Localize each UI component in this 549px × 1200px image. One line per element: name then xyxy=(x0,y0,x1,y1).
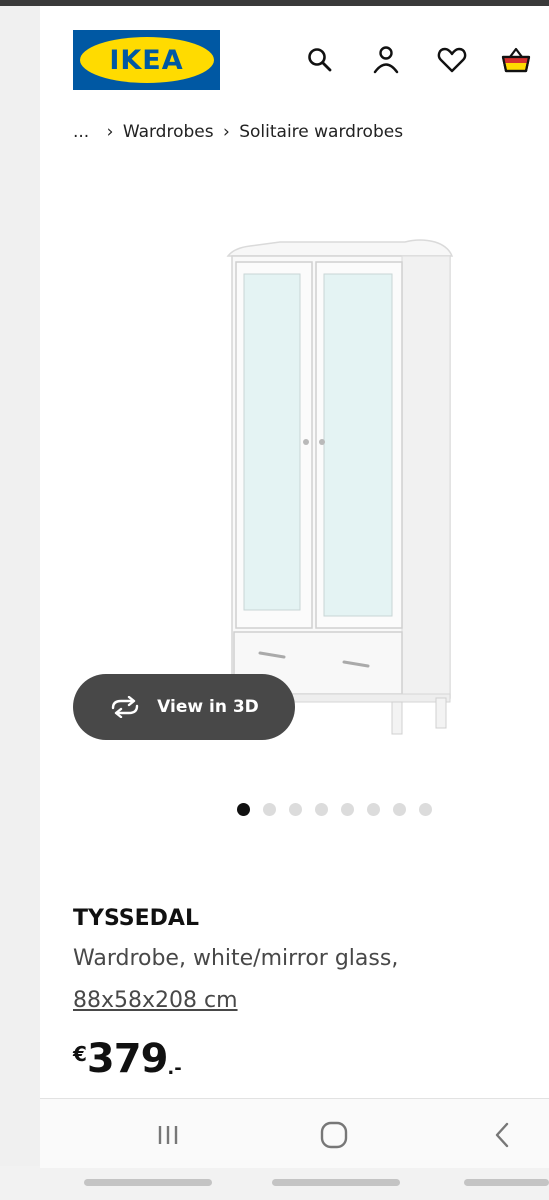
back-icon[interactable] xyxy=(482,1119,522,1151)
carousel-dot[interactable] xyxy=(289,802,302,816)
price-currency: € xyxy=(73,1042,87,1066)
gesture-pill xyxy=(84,1179,212,1186)
basket-icon[interactable] xyxy=(500,44,532,76)
breadcrumb-ellipsis[interactable]: ... xyxy=(73,122,89,142)
product-name: TYSSEDAL xyxy=(73,906,199,931)
product-page: IKEA ... › Wardrobes › Solitaire wardrob… xyxy=(40,6,549,1098)
product-price: € 379 .- xyxy=(73,1036,182,1082)
home-icon[interactable] xyxy=(314,1119,354,1151)
recent-apps-icon[interactable] xyxy=(148,1119,188,1151)
view-in-3d-button[interactable]: View in 3D xyxy=(73,674,295,740)
logo-text: IKEA xyxy=(109,44,184,76)
left-gutter xyxy=(0,6,40,1166)
price-suffix: .- xyxy=(167,1058,182,1079)
chevron-right-icon: › xyxy=(223,122,230,142)
carousel-dot[interactable] xyxy=(367,802,380,816)
carousel-dot[interactable] xyxy=(341,802,354,816)
breadcrumb-wardrobes[interactable]: Wardrobes xyxy=(123,122,214,142)
product-image[interactable] xyxy=(220,228,485,738)
heart-icon[interactable] xyxy=(436,44,468,76)
carousel-dot[interactable] xyxy=(237,802,250,816)
profile-icon[interactable] xyxy=(370,44,402,76)
carousel-dot[interactable] xyxy=(315,802,328,816)
system-navigation-bar xyxy=(40,1098,549,1169)
chevron-right-icon: › xyxy=(106,122,114,142)
ikea-logo[interactable]: IKEA xyxy=(73,30,220,90)
search-icon[interactable] xyxy=(304,44,336,76)
product-size-link[interactable]: 88x58x208 cm xyxy=(73,988,238,1013)
gesture-pill xyxy=(464,1179,549,1186)
carousel-dot[interactable] xyxy=(419,802,432,816)
breadcrumb: ... › Wardrobes › Solitaire wardrobes xyxy=(73,122,403,142)
breadcrumb-solitaire-wardrobes[interactable]: Solitaire wardrobes xyxy=(239,122,403,142)
image-carousel-dots[interactable] xyxy=(237,802,432,816)
product-description: Wardrobe, white/mirror glass, xyxy=(73,946,399,971)
price-amount: 379 xyxy=(86,1036,168,1082)
view-in-3d-label: View in 3D xyxy=(157,697,259,717)
rotate-3d-icon xyxy=(109,696,141,718)
gesture-pill xyxy=(272,1179,400,1186)
carousel-dot[interactable] xyxy=(263,802,276,816)
carousel-dot[interactable] xyxy=(393,802,406,816)
